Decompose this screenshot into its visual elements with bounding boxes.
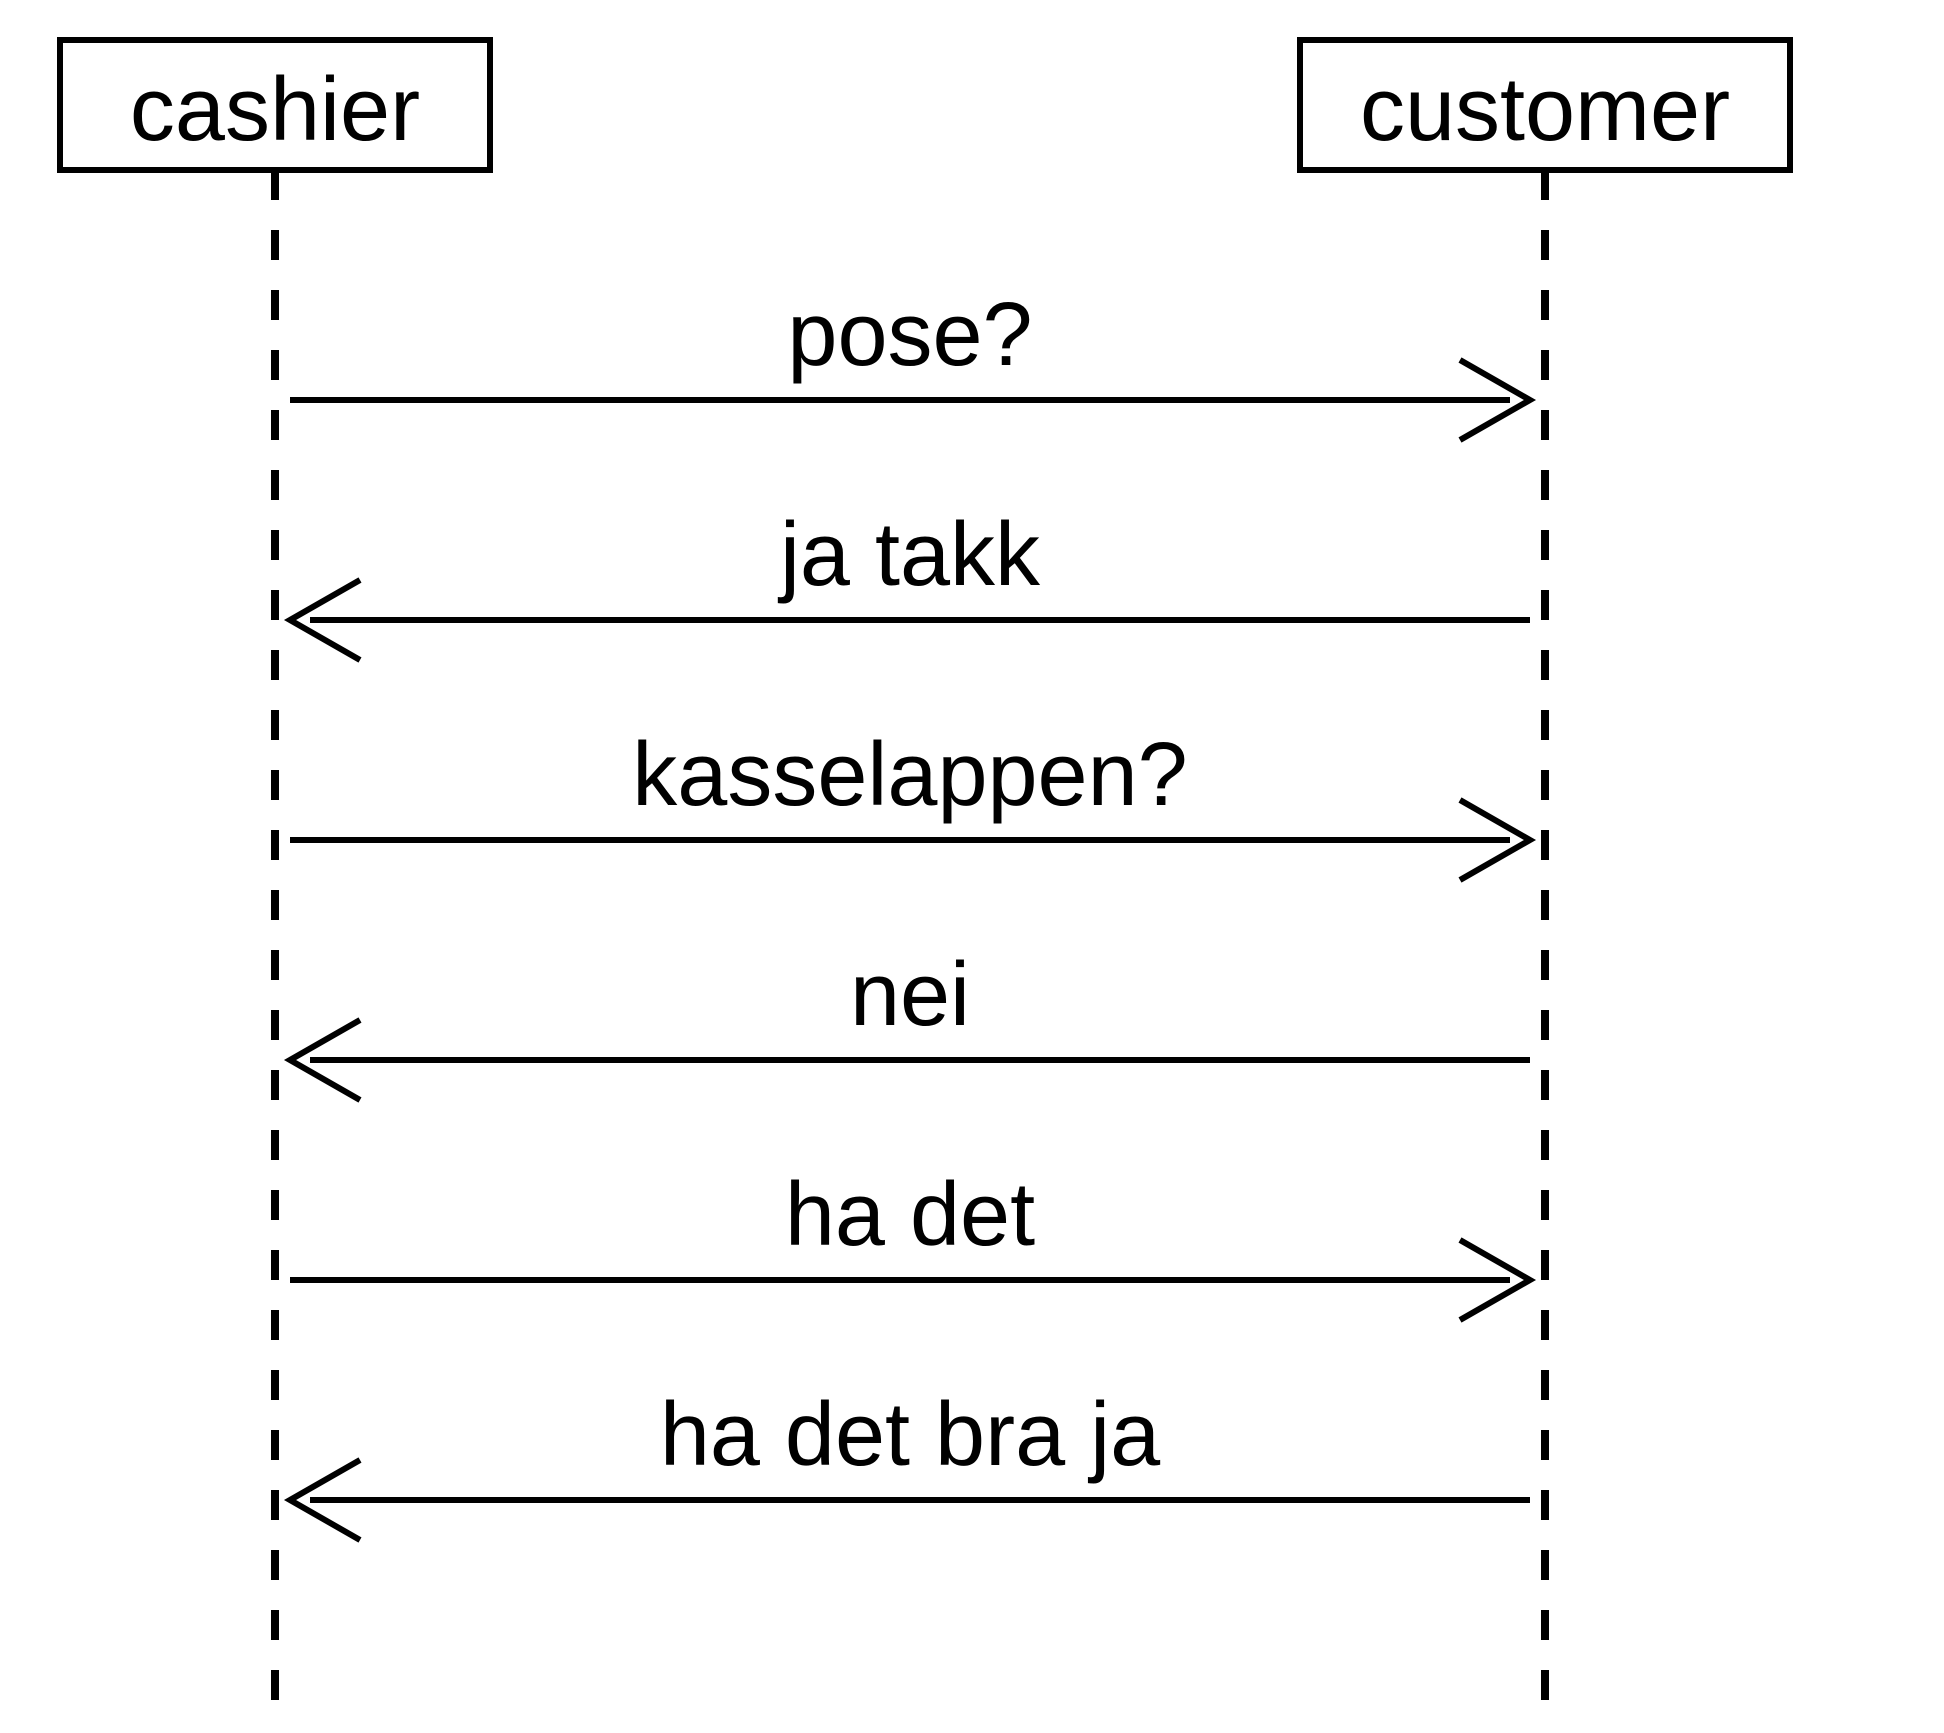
message-5: ha det — [290, 1165, 1530, 1320]
message-6: ha det bra ja — [290, 1385, 1530, 1540]
message-3-label: kasselappen? — [632, 725, 1187, 825]
message-3: kasselappen? — [290, 725, 1530, 880]
participant-customer-label: customer — [1360, 60, 1730, 160]
participant-cashier-label: cashier — [130, 60, 420, 160]
message-2-label: ja takk — [777, 505, 1041, 605]
participant-customer: customer — [1300, 40, 1790, 170]
sequence-diagram: cashier customer pose? ja takk kasselapp… — [0, 0, 1944, 1733]
participant-cashier: cashier — [60, 40, 490, 170]
message-5-label: ha det — [785, 1165, 1035, 1265]
message-2: ja takk — [290, 505, 1530, 660]
message-1: pose? — [290, 285, 1530, 440]
message-4-label: nei — [850, 945, 970, 1045]
message-4: nei — [290, 945, 1530, 1100]
message-6-label: ha det bra ja — [660, 1385, 1161, 1485]
message-1-label: pose? — [787, 285, 1032, 385]
